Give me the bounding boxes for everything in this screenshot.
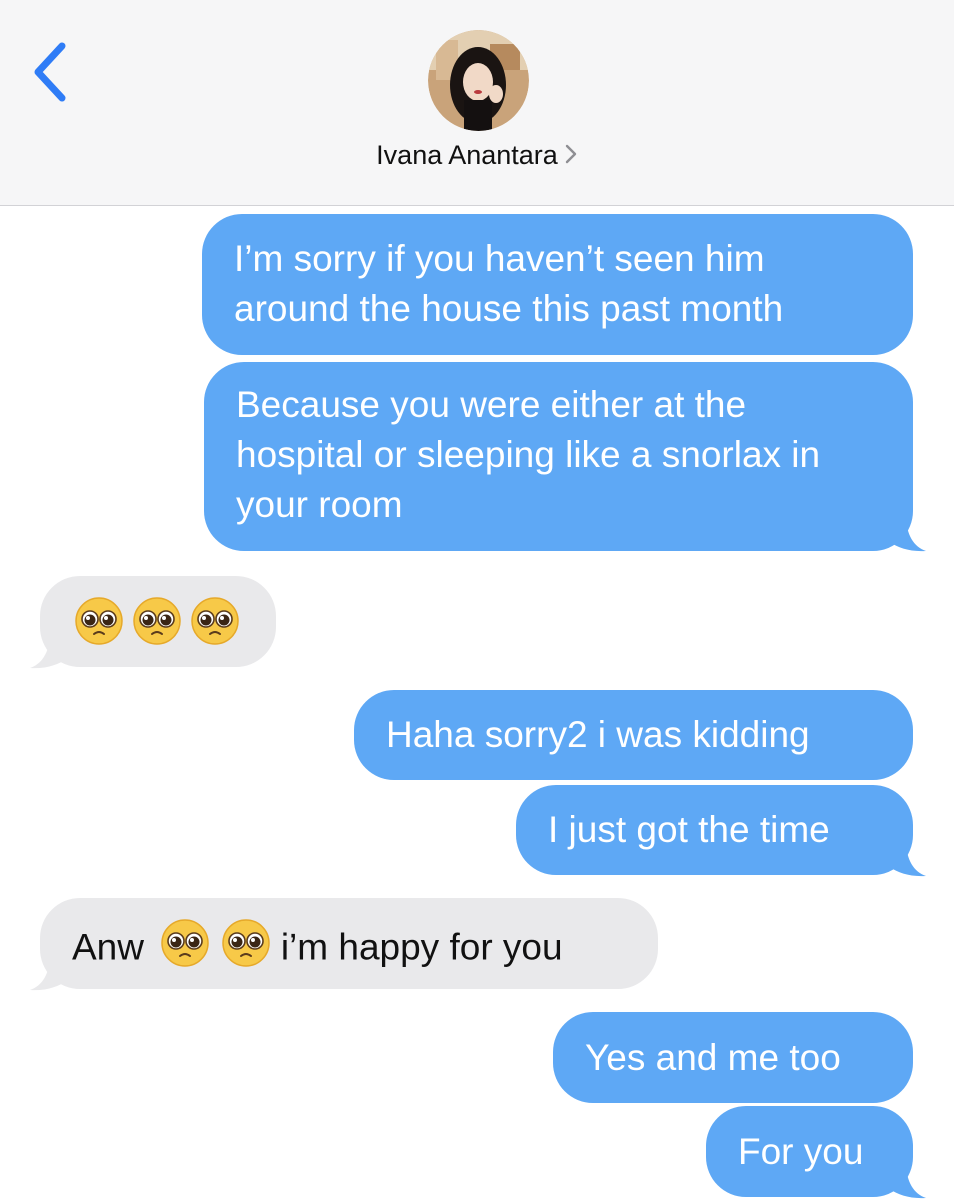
pleading-face-emoji	[221, 918, 271, 981]
pleading-face-emoji	[74, 596, 124, 659]
bubble-tail	[886, 515, 926, 552]
bubble-tail	[30, 954, 70, 991]
message-text: Haha sorry2 i was kidding	[386, 714, 810, 755]
pleading-face-emoji	[190, 596, 240, 659]
pleading-face-emoji	[160, 918, 210, 981]
bubble-tail	[886, 1162, 926, 1199]
message-bubble-sent[interactable]: Yes and me too	[553, 1012, 913, 1103]
message-bubble-sent[interactable]: I just got the time	[516, 785, 913, 875]
message-text: For you	[738, 1131, 864, 1172]
message-text: i’m happy for you	[280, 926, 563, 968]
message-text: Because you were either at the hospital …	[236, 384, 821, 525]
message-bubble-received[interactable]: Anw i’m happy for you	[40, 898, 658, 989]
chevron-left-icon	[34, 42, 66, 102]
chevron-right-icon	[564, 141, 578, 172]
message-text: Anw	[72, 926, 144, 968]
message-bubble-sent[interactable]: Because you were either at the hospital …	[204, 362, 913, 551]
message-bubble-sent[interactable]: For you	[706, 1106, 913, 1197]
back-button[interactable]	[28, 40, 76, 104]
pleading-face-emoji	[132, 596, 182, 659]
bubble-tail	[30, 632, 70, 669]
message-bubble-sent[interactable]: Haha sorry2 i was kidding	[354, 690, 913, 780]
messages-screen: Ivana Anantara I’m sorry if you haven’t …	[0, 0, 954, 1200]
contact-name-button[interactable]: Ivana Anantara	[0, 140, 954, 172]
bubble-tail	[886, 840, 926, 877]
contact-name: Ivana Anantara	[376, 140, 558, 170]
contact-avatar[interactable]	[428, 30, 529, 131]
conversation-header: Ivana Anantara	[0, 0, 954, 206]
message-text: Yes and me too	[585, 1037, 841, 1078]
message-bubble-sent[interactable]: I’m sorry if you haven’t seen him around…	[202, 214, 913, 355]
message-text: I’m sorry if you haven’t seen him around…	[234, 238, 784, 329]
message-bubble-received[interactable]	[40, 576, 276, 667]
message-text: I just got the time	[548, 809, 830, 850]
